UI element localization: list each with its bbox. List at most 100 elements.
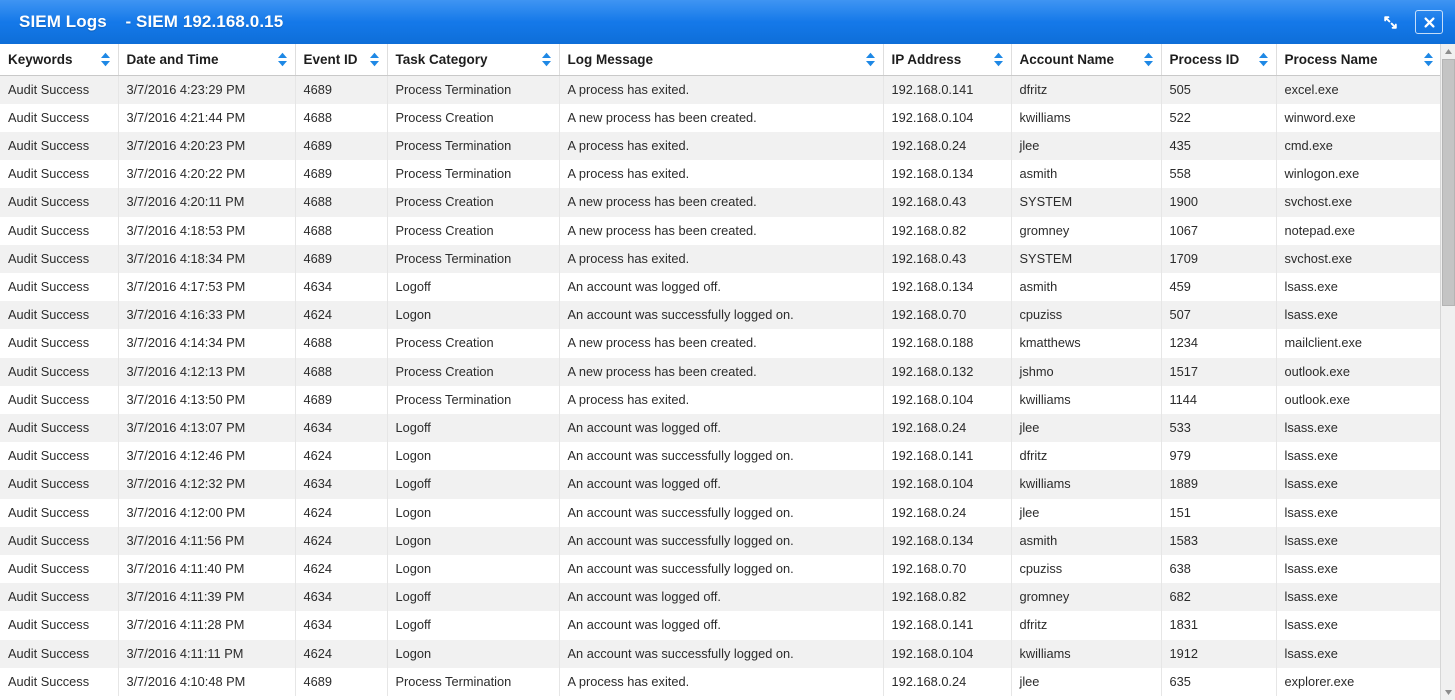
table-row[interactable]: Audit Success3/7/2016 4:21:44 PM4688Proc… (0, 104, 1441, 132)
cell-account: kmatthews (1011, 329, 1161, 357)
cell-datetime: 3/7/2016 4:12:46 PM (118, 442, 295, 470)
column-header-datetime[interactable]: Date and Time (118, 44, 295, 75)
table-row[interactable]: Audit Success3/7/2016 4:13:50 PM4689Proc… (0, 386, 1441, 414)
table-row[interactable]: Audit Success3/7/2016 4:12:00 PM4624Logo… (0, 499, 1441, 527)
cell-keywords: Audit Success (0, 555, 118, 583)
cell-pname: lsass.exe (1276, 611, 1441, 639)
cell-datetime: 3/7/2016 4:11:28 PM (118, 611, 295, 639)
cell-account: dfritz (1011, 611, 1161, 639)
cell-keywords: Audit Success (0, 668, 118, 696)
cell-pname: lsass.exe (1276, 583, 1441, 611)
column-header-label: Process Name (1285, 52, 1378, 67)
cell-eventid: 4688 (295, 104, 387, 132)
cell-account: jlee (1011, 414, 1161, 442)
cell-datetime: 3/7/2016 4:18:53 PM (118, 217, 295, 245)
cell-task: Logoff (387, 414, 559, 442)
table-row[interactable]: Audit Success3/7/2016 4:11:11 PM4624Logo… (0, 640, 1441, 668)
cell-task: Logon (387, 527, 559, 555)
cell-keywords: Audit Success (0, 329, 118, 357)
cell-keywords: Audit Success (0, 499, 118, 527)
sort-arrows-icon[interactable] (865, 52, 876, 67)
table-row[interactable]: Audit Success3/7/2016 4:11:28 PM4634Logo… (0, 611, 1441, 639)
column-header-inner: Process ID (1170, 44, 1276, 75)
log-table-container: Keywords Date and TimeEvent IDTask Catego… (0, 44, 1455, 700)
sort-arrows-icon[interactable] (993, 52, 1004, 67)
table-row[interactable]: Audit Success3/7/2016 4:18:34 PM4689Proc… (0, 245, 1441, 273)
cell-pname: lsass.exe (1276, 442, 1441, 470)
cell-pid: 459 (1161, 273, 1276, 301)
table-row[interactable]: Audit Success3/7/2016 4:18:53 PM4688Proc… (0, 217, 1441, 245)
table-row[interactable]: Audit Success3/7/2016 4:12:13 PM4688Proc… (0, 358, 1441, 386)
cell-keywords: Audit Success (0, 160, 118, 188)
sort-arrows-icon[interactable] (100, 52, 111, 67)
cell-task: Logon (387, 499, 559, 527)
cell-account: dfritz (1011, 75, 1161, 104)
cell-eventid: 4689 (295, 245, 387, 273)
table-row[interactable]: Audit Success3/7/2016 4:17:53 PM4634Logo… (0, 273, 1441, 301)
cell-pid: 507 (1161, 301, 1276, 329)
scrollbar-track[interactable] (1441, 59, 1455, 685)
scroll-down-arrow-icon[interactable] (1441, 685, 1455, 700)
cell-message: An account was logged off. (559, 583, 883, 611)
sort-arrows-icon[interactable] (369, 52, 380, 67)
cell-eventid: 4688 (295, 188, 387, 216)
table-row[interactable]: Audit Success3/7/2016 4:12:32 PM4634Logo… (0, 470, 1441, 498)
cell-account: asmith (1011, 273, 1161, 301)
window-title-bar[interactable]: SIEM Logs - SIEM 192.168.0.15 (0, 0, 1455, 44)
cell-task: Process Termination (387, 75, 559, 104)
table-row[interactable]: Audit Success3/7/2016 4:10:48 PM4689Proc… (0, 668, 1441, 696)
column-header-task[interactable]: Task Category (387, 44, 559, 75)
cell-pname: lsass.exe (1276, 555, 1441, 583)
close-icon[interactable] (1415, 10, 1443, 34)
table-row[interactable]: Audit Success3/7/2016 4:16:33 PM4624Logo… (0, 301, 1441, 329)
log-table: Keywords Date and TimeEvent IDTask Catego… (0, 44, 1441, 696)
column-header-eventid[interactable]: Event ID (295, 44, 387, 75)
cell-datetime: 3/7/2016 4:12:13 PM (118, 358, 295, 386)
column-header-account[interactable]: Account Name (1011, 44, 1161, 75)
table-row[interactable]: Audit Success3/7/2016 4:12:46 PM4624Logo… (0, 442, 1441, 470)
sort-arrows-icon[interactable] (1258, 52, 1269, 67)
table-row[interactable]: Audit Success3/7/2016 4:20:23 PM4689Proc… (0, 132, 1441, 160)
column-header-pid[interactable]: Process ID (1161, 44, 1276, 75)
cell-task: Logon (387, 640, 559, 668)
cell-message: A new process has been created. (559, 104, 883, 132)
sort-arrows-icon[interactable] (541, 52, 552, 67)
cell-eventid: 4689 (295, 160, 387, 188)
cell-pname: cmd.exe (1276, 132, 1441, 160)
scrollbar-thumb[interactable] (1442, 59, 1455, 306)
column-header-pname[interactable]: Process Name (1276, 44, 1441, 75)
cell-task: Logoff (387, 611, 559, 639)
cell-datetime: 3/7/2016 4:10:48 PM (118, 668, 295, 696)
column-header-label: Keywords (8, 52, 73, 67)
cell-datetime: 3/7/2016 4:11:11 PM (118, 640, 295, 668)
cell-account: kwilliams (1011, 386, 1161, 414)
cell-ip: 192.168.0.82 (883, 583, 1011, 611)
column-header-ip[interactable]: IP Address (883, 44, 1011, 75)
cell-keywords: Audit Success (0, 75, 118, 104)
table-row[interactable]: Audit Success3/7/2016 4:11:39 PM4634Logo… (0, 583, 1441, 611)
cell-task: Process Creation (387, 188, 559, 216)
cell-task: Process Creation (387, 104, 559, 132)
cell-pname: svchost.exe (1276, 188, 1441, 216)
cell-pname: lsass.exe (1276, 499, 1441, 527)
table-row[interactable]: Audit Success3/7/2016 4:20:11 PM4688Proc… (0, 188, 1441, 216)
header-row: Keywords Date and TimeEvent IDTask Catego… (0, 44, 1441, 75)
scroll-up-arrow-icon[interactable] (1441, 44, 1455, 59)
table-row[interactable]: Audit Success3/7/2016 4:11:56 PM4624Logo… (0, 527, 1441, 555)
sort-arrows-icon[interactable] (1423, 52, 1434, 67)
cell-ip: 192.168.0.43 (883, 188, 1011, 216)
column-header-keywords[interactable]: Keywords (0, 44, 118, 75)
cell-pid: 522 (1161, 104, 1276, 132)
table-row[interactable]: Audit Success3/7/2016 4:14:34 PM4688Proc… (0, 329, 1441, 357)
vertical-scrollbar[interactable] (1440, 44, 1455, 700)
column-header-message[interactable]: Log Message (559, 44, 883, 75)
cell-eventid: 4689 (295, 132, 387, 160)
cell-datetime: 3/7/2016 4:20:22 PM (118, 160, 295, 188)
sort-arrows-icon[interactable] (1143, 52, 1154, 67)
table-row[interactable]: Audit Success3/7/2016 4:11:40 PM4624Logo… (0, 555, 1441, 583)
table-row[interactable]: Audit Success3/7/2016 4:20:22 PM4689Proc… (0, 160, 1441, 188)
table-row[interactable]: Audit Success3/7/2016 4:13:07 PM4634Logo… (0, 414, 1441, 442)
restore-icon[interactable] (1377, 10, 1403, 34)
sort-arrows-icon[interactable] (277, 52, 288, 67)
table-row[interactable]: Audit Success3/7/2016 4:23:29 PM4689Proc… (0, 75, 1441, 104)
